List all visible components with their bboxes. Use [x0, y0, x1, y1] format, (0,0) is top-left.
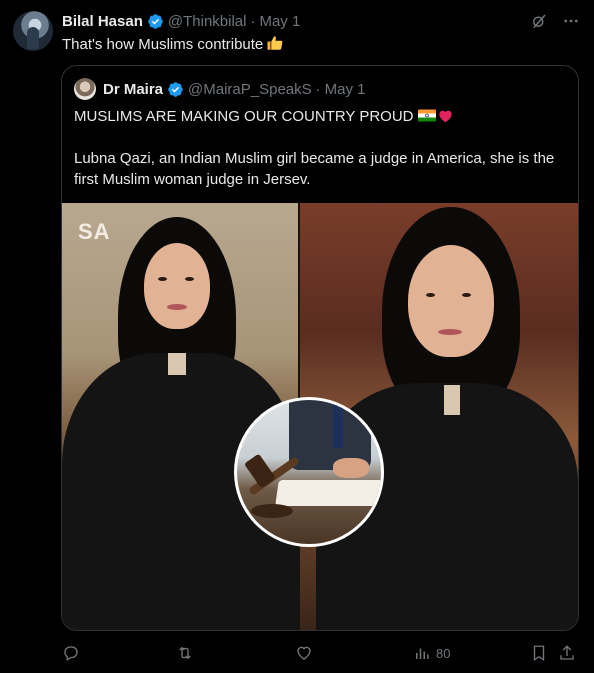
- eye: [426, 293, 435, 297]
- author-avatar[interactable]: [13, 11, 53, 51]
- more-icon[interactable]: [562, 12, 580, 30]
- separator-dot: ·: [315, 80, 321, 98]
- book: [275, 480, 381, 506]
- gavel-inset-image: [234, 397, 384, 547]
- author-name[interactable]: Bilal Hasan: [62, 13, 143, 30]
- tweet-text: That's how Muslims contribute: [62, 34, 284, 55]
- quoted-header: Dr Maira @MairaP_SpeakS · May 1: [74, 78, 366, 100]
- views-chart-icon: [416, 648, 429, 659]
- author-handle[interactable]: @Thinkbilal: [168, 13, 247, 30]
- gavel-block: [251, 504, 293, 518]
- quoted-avatar: [74, 78, 96, 100]
- retweet-icon: [179, 646, 191, 660]
- collar: [168, 353, 186, 375]
- quoted-image[interactable]: SA: [62, 203, 578, 630]
- lips: [438, 329, 462, 335]
- tweet: Bilal Hasan @Thinkbilal · May 1 That's h…: [0, 0, 594, 673]
- eye: [185, 277, 194, 281]
- hand: [333, 458, 369, 478]
- face: [144, 243, 210, 329]
- image-watermark: SA: [78, 219, 111, 244]
- quoted-date[interactable]: May 1: [325, 81, 366, 98]
- thumbs-up-emoji-icon: [267, 36, 283, 50]
- red-heart-icon: [438, 110, 452, 123]
- lips: [167, 304, 187, 310]
- like-button[interactable]: [295, 644, 318, 662]
- reply-button[interactable]: [62, 644, 85, 662]
- heart-icon: [297, 646, 311, 660]
- share-icon: [560, 645, 574, 660]
- quoted-author-handle[interactable]: @MairaP_SpeakS: [188, 81, 312, 98]
- eye: [158, 277, 167, 281]
- tweet-header: Bilal Hasan @Thinkbilal · May 1: [62, 11, 300, 31]
- quoted-text: MUSLIMS ARE MAKING OUR COUNTRY PROUD Lub…: [74, 106, 568, 211]
- share-button[interactable]: [558, 644, 581, 662]
- bookmark-button[interactable]: [530, 644, 553, 662]
- views-button[interactable]: 80: [413, 644, 450, 662]
- quoted-line1: MUSLIMS ARE MAKING OUR COUNTRY PROUD: [74, 106, 568, 127]
- verified-badge-icon: [168, 81, 183, 97]
- tweet-body: That's how Muslims contribute: [62, 36, 264, 53]
- quoted-author-name[interactable]: Dr Maira: [103, 81, 163, 98]
- gavel-head: [244, 453, 276, 489]
- top-actions: [530, 12, 580, 30]
- reply-icon: [64, 646, 78, 661]
- tweet-date[interactable]: May 1: [259, 13, 300, 30]
- separator-dot: ·: [250, 12, 256, 30]
- tweet-actions: 80: [62, 644, 580, 664]
- retweet-button[interactable]: [176, 644, 199, 662]
- collar: [444, 385, 460, 415]
- views-count: 80: [436, 645, 451, 661]
- quoted-tweet[interactable]: Dr Maira @MairaP_SpeakS · May 1 MUSLIMS …: [61, 65, 579, 631]
- india-flag-icon: [417, 109, 436, 122]
- quoted-headline: MUSLIMS ARE MAKING OUR COUNTRY PROUD: [74, 108, 414, 125]
- bookmark-icon: [533, 645, 545, 662]
- eye: [462, 293, 471, 297]
- verified-badge-icon: [148, 13, 163, 29]
- grok-slash-icon[interactable]: [530, 12, 548, 30]
- face: [408, 245, 494, 357]
- tie: [333, 400, 343, 448]
- quoted-line2: Lubna Qazi, an Indian Muslim girl became…: [74, 150, 555, 188]
